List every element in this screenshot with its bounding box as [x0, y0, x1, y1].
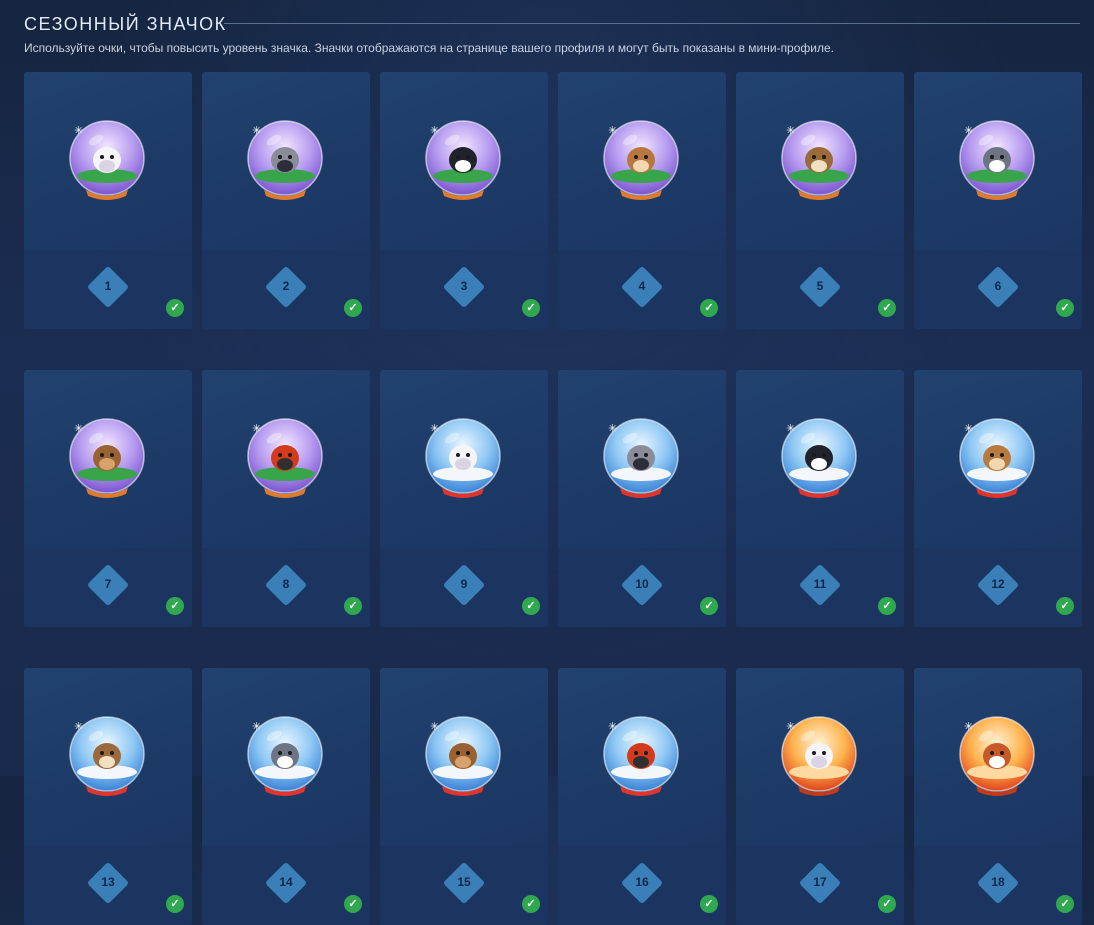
badge-card[interactable]: ✳ 7 ✓ [24, 370, 192, 627]
badge-card[interactable]: ✳ 8 ✓ [202, 370, 370, 627]
sparkle-icon: ✳ [252, 125, 262, 137]
check-circle-icon: ✓ [166, 299, 184, 317]
sparkle-icon: ✳ [786, 721, 796, 733]
badge-card[interactable]: ✳ 2 ✓ [202, 72, 370, 329]
sparkle-icon: ✳ [786, 125, 796, 137]
check-circle-icon: ✓ [344, 895, 362, 913]
sparkle-icon: ✳ [252, 721, 262, 733]
badge-level: 9 [460, 577, 468, 591]
check-circle-icon: ✓ [700, 299, 718, 317]
badge-level: 17 [813, 875, 827, 889]
check-circle-icon: ✓ [344, 597, 362, 615]
sparkle-icon: ✳ [964, 423, 974, 435]
badge-card[interactable]: ✳ 1 ✓ [24, 72, 192, 329]
badge-card[interactable]: ✳ 12 ✓ [914, 370, 1082, 627]
sparkle-icon: ✳ [252, 423, 262, 435]
check-circle-icon: ✓ [878, 597, 896, 615]
badge-level: 4 [638, 279, 646, 293]
sparkle-icon: ✳ [964, 721, 974, 733]
badge-level: 7 [104, 577, 112, 591]
badge-level: 13 [101, 875, 115, 889]
badge-level: 15 [457, 875, 471, 889]
badge-card[interactable]: ✳ 9 ✓ [380, 370, 548, 627]
badge-card[interactable]: ✳ 6 ✓ [914, 72, 1082, 329]
badge-card[interactable]: ✳ 15 ✓ [380, 668, 548, 925]
badge-level: 11 [813, 577, 827, 591]
section-header: Сезонный значок [24, 12, 1080, 36]
badge-card[interactable]: ✳ 3 ✓ [380, 72, 548, 329]
badge-level: 12 [991, 577, 1005, 591]
title-divider [224, 23, 1080, 24]
badge-level: 6 [994, 279, 1002, 293]
badge-level: 8 [282, 577, 290, 591]
check-circle-icon: ✓ [700, 895, 718, 913]
badge-level: 3 [460, 279, 468, 293]
sparkle-icon: ✳ [608, 423, 618, 435]
check-circle-icon: ✓ [700, 597, 718, 615]
sparkle-icon: ✳ [608, 125, 618, 137]
badge-card[interactable]: ✳ 4 ✓ [558, 72, 726, 329]
badge-card[interactable]: ✳ 13 ✓ [24, 668, 192, 925]
check-circle-icon: ✓ [344, 299, 362, 317]
badge-card[interactable]: ✳ 18 ✓ [914, 668, 1082, 925]
section-description: Используйте очки, чтобы повысить уровень… [24, 41, 834, 55]
check-circle-icon: ✓ [878, 895, 896, 913]
sparkle-icon: ✳ [74, 125, 84, 137]
sparkle-icon: ✳ [786, 423, 796, 435]
check-circle-icon: ✓ [522, 597, 540, 615]
check-circle-icon: ✓ [166, 597, 184, 615]
check-circle-icon: ✓ [166, 895, 184, 913]
check-circle-icon: ✓ [1056, 299, 1074, 317]
badge-card[interactable]: ✳ 11 ✓ [736, 370, 904, 627]
sparkle-icon: ✳ [430, 423, 440, 435]
sparkle-icon: ✳ [430, 721, 440, 733]
check-circle-icon: ✓ [1056, 597, 1074, 615]
check-circle-icon: ✓ [1056, 895, 1074, 913]
check-circle-icon: ✓ [878, 299, 896, 317]
badge-level: 16 [635, 875, 649, 889]
sparkle-icon: ✳ [74, 423, 84, 435]
sparkle-icon: ✳ [74, 721, 84, 733]
sparkle-icon: ✳ [430, 125, 440, 137]
badge-card[interactable]: ✳ 16 ✓ [558, 668, 726, 925]
badge-level: 10 [635, 577, 649, 591]
sparkle-icon: ✳ [608, 721, 618, 733]
check-circle-icon: ✓ [522, 895, 540, 913]
badge-level: 18 [991, 875, 1005, 889]
badge-level: 1 [104, 279, 112, 293]
check-circle-icon: ✓ [522, 299, 540, 317]
sparkle-icon: ✳ [964, 125, 974, 137]
badge-card[interactable]: ✳ 5 ✓ [736, 72, 904, 329]
badge-card[interactable]: ✳ 14 ✓ [202, 668, 370, 925]
section-title: Сезонный значок [24, 14, 227, 34]
badge-level: 2 [282, 279, 290, 293]
badge-card[interactable]: ✳ 17 ✓ [736, 668, 904, 925]
badge-level: 14 [279, 875, 293, 889]
badge-level: 5 [816, 279, 824, 293]
badge-card[interactable]: ✳ 10 ✓ [558, 370, 726, 627]
